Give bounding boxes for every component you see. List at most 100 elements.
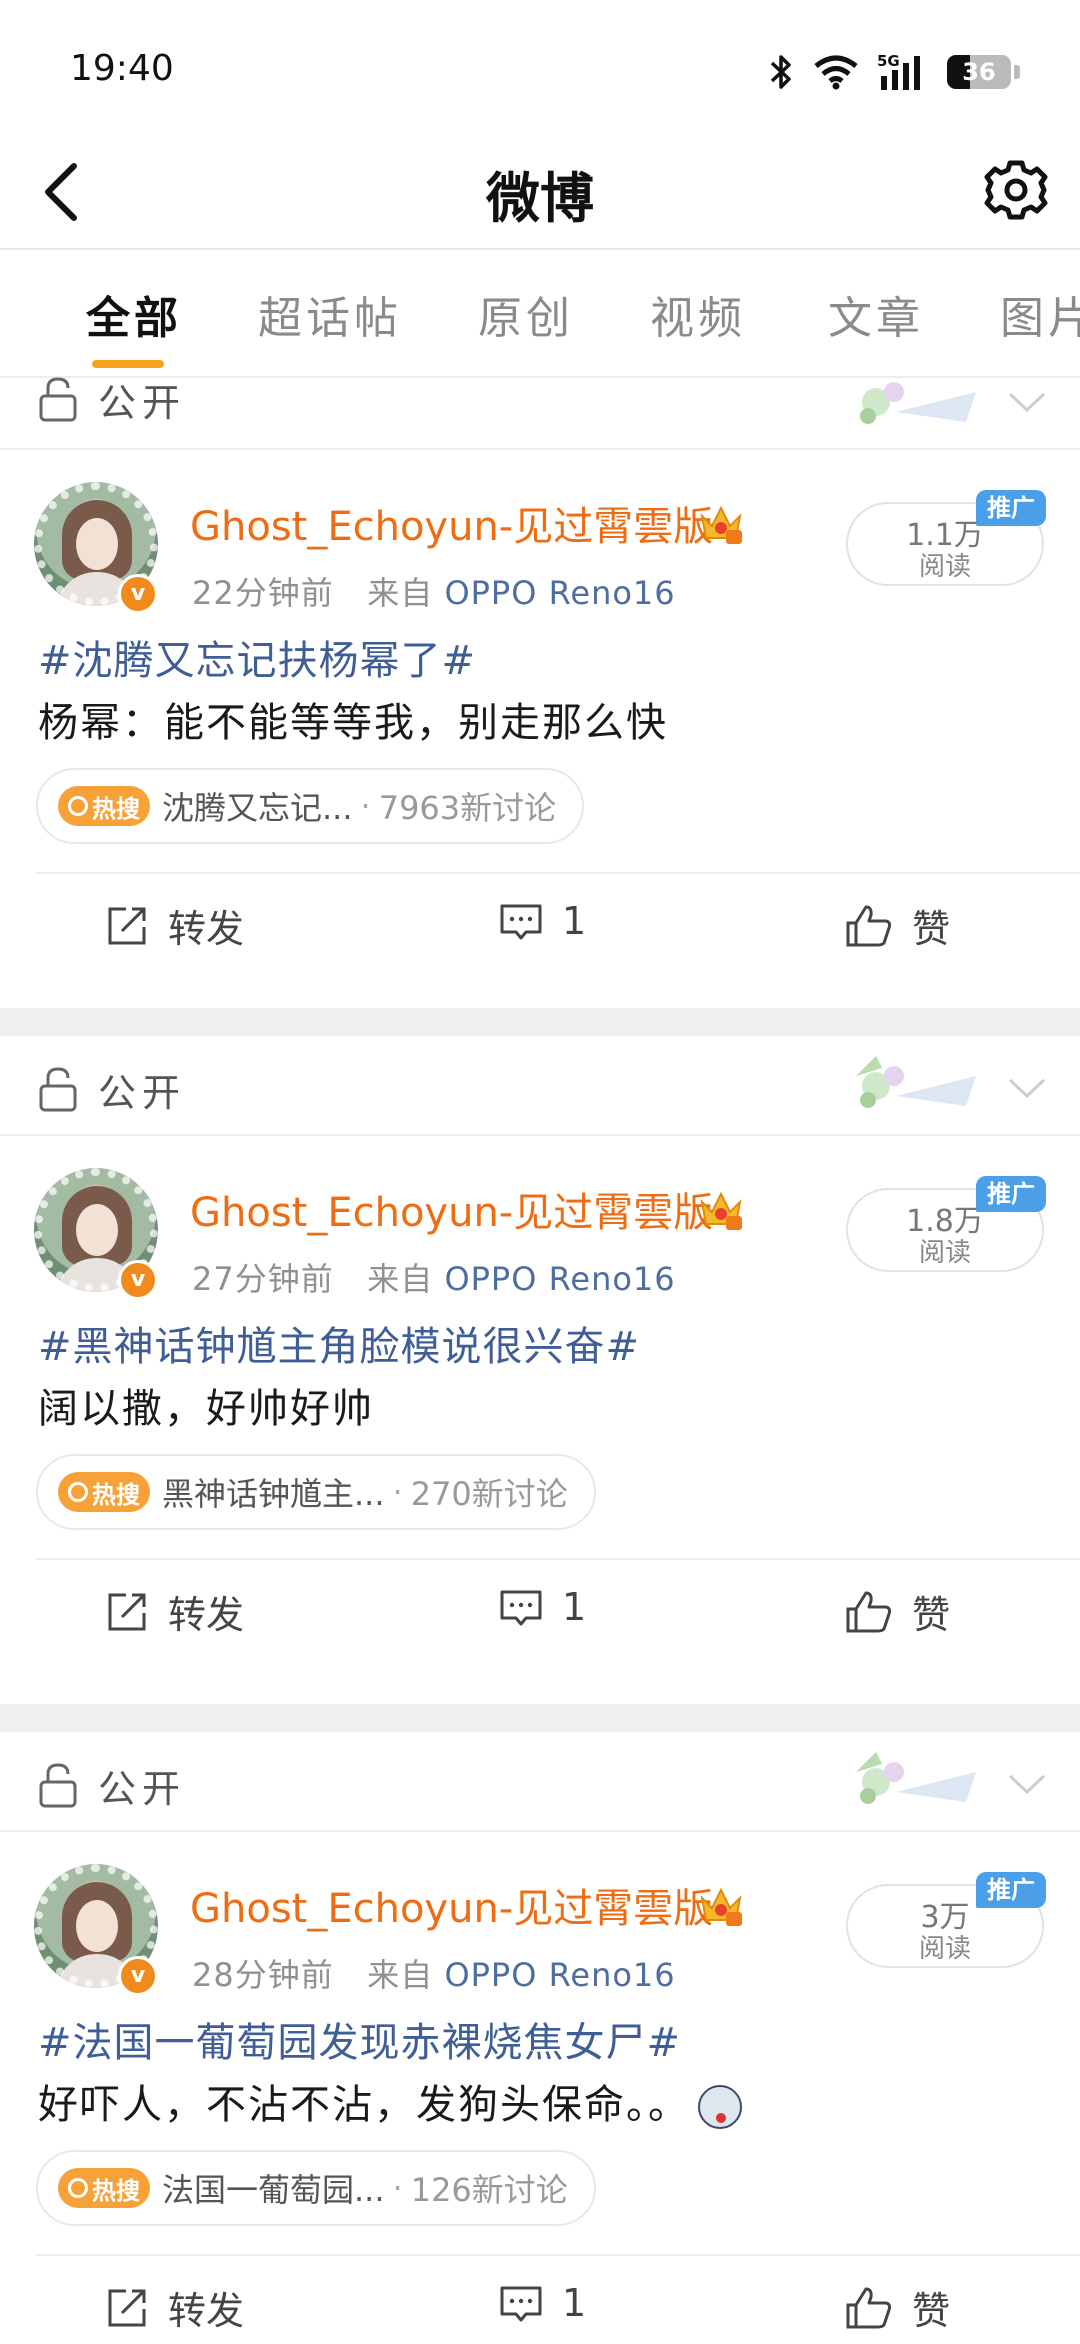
repost-label: 转发 (168, 2289, 245, 2333)
promote-badge[interactable]: 推广 (976, 490, 1046, 526)
post-source[interactable]: OPPO Reno16 (444, 574, 675, 612)
dot-separator: · (392, 2169, 403, 2207)
status-icons: 5G 36 (769, 52, 1020, 92)
read-label: 阅读 (918, 1934, 971, 1964)
post-source[interactable]: OPPO Reno16 (444, 1956, 675, 1994)
chevron-down-icon[interactable] (1004, 1064, 1050, 1110)
comment-icon (500, 904, 542, 940)
battery-cap (1014, 65, 1020, 79)
like-label: 赞 (912, 1593, 951, 1637)
comment-button[interactable]: 1 (498, 2280, 586, 2326)
post-text-body: 好吓人，不沾不沾，发狗头保命。。 (38, 2082, 690, 2128)
section-gap (0, 1704, 1080, 1732)
post-source[interactable]: OPPO Reno16 (444, 1260, 675, 1298)
hot-search-text: 黑神话钟馗主... (162, 1475, 385, 1513)
wifi-icon (814, 55, 858, 90)
repost-label: 转发 (168, 1593, 245, 1637)
flower-decoration-icon (860, 382, 976, 424)
top-nav-bar: 微博 (0, 130, 1080, 250)
read-count-pill[interactable]: 1.8万 阅读 推广 (846, 1176, 1046, 1272)
read-count-pill[interactable]: 1.1万 阅读 推广 (846, 490, 1046, 586)
thumbs-up-icon (846, 1591, 892, 1632)
dot-separator: · (392, 1473, 403, 1511)
signal-5g-icon: 5G (877, 52, 920, 90)
like-button[interactable]: 赞 (844, 2280, 950, 2335)
comment-button[interactable]: 1 (498, 898, 586, 944)
flower-decoration-icon (856, 1752, 976, 1804)
unlock-icon (39, 377, 77, 422)
post-text: 好吓人，不沾不沾，发狗头保命。。 (38, 2072, 742, 2130)
like-button[interactable]: 赞 (844, 898, 950, 953)
promote-badge[interactable]: 推广 (976, 1872, 1046, 1908)
bluetooth-icon (770, 55, 791, 89)
repost-button[interactable]: 转发 (104, 2280, 244, 2335)
dog-head-emoji-icon (698, 2085, 742, 2129)
tab-all[interactable]: 全部 (86, 282, 182, 346)
post-card[interactable]: v Ghost_Echoyun-见过霄雲版 22分钟前 来自 OPPO Reno… (0, 450, 1080, 1008)
repost-button[interactable]: 转发 (104, 1584, 244, 1639)
settings-button[interactable] (976, 150, 1056, 230)
vip-crown-icon (700, 505, 742, 544)
tab-image[interactable]: 图片 (1000, 282, 1080, 346)
post-time: 22分钟前 (192, 574, 334, 612)
repost-icon (108, 2289, 146, 2326)
flower-decoration-icon (856, 1056, 976, 1108)
post-topic-link[interactable]: #沈腾又忘记扶杨幂了# (38, 628, 476, 686)
post-text: 阔以撒，好帅好帅 (38, 1386, 374, 1432)
like-label: 赞 (912, 2289, 951, 2333)
repost-button[interactable]: 转发 (104, 898, 244, 953)
thumbs-up-icon (846, 905, 892, 946)
thumbs-up-icon (846, 2287, 892, 2328)
search-icon (68, 2178, 88, 2198)
post-text: 杨幂：能不能等等我，别走那么快 (38, 700, 668, 746)
search-icon (68, 796, 88, 816)
post-topic-link[interactable]: #法国一葡萄园发现赤裸烧焦女尸# (38, 2010, 681, 2068)
chevron-down-icon[interactable] (1004, 1760, 1050, 1806)
hot-search-pill[interactable]: 热搜 沈腾又忘记... · 7963新讨论 (36, 768, 585, 844)
post-actions: 转发 1 赞 (0, 1560, 1080, 1670)
verified-badge-icon: v (118, 574, 158, 614)
promote-badge[interactable]: 推广 (976, 1176, 1046, 1212)
post-card[interactable]: v Ghost_Echoyun-见过霄雲版 27分钟前 来自 OPPO Reno… (0, 1136, 1080, 1704)
post-meta: 22分钟前 来自 OPPO Reno16 (192, 568, 676, 614)
post-card[interactable]: v Ghost_Echoyun-见过霄雲版 28分钟前 来自 OPPO Reno… (0, 1832, 1080, 2344)
post-topic-link[interactable]: #黑神话钟馗主角脸模说很兴奋# (38, 1314, 640, 1372)
gear-icon (984, 160, 1048, 220)
hot-tag-label: 热搜 (92, 1480, 140, 1509)
hot-search-count: 7963新讨论 (378, 789, 557, 827)
hot-search-pill[interactable]: 热搜 黑神话钟馗主... · 270新讨论 (36, 1454, 596, 1530)
comment-icon (500, 1590, 542, 1626)
username[interactable]: Ghost_Echoyun-见过霄雲版 (190, 1180, 713, 1238)
username[interactable]: Ghost_Echoyun-见过霄雲版 (190, 1876, 713, 1934)
chevron-down-icon[interactable] (1004, 378, 1050, 424)
filter-tabs: 全部 超话帖 原创 视频 文章 图片 (0, 252, 1080, 378)
tab-video[interactable]: 视频 (650, 282, 746, 346)
privacy-row: 公开 (0, 1036, 1080, 1136)
tab-super-topic[interactable]: 超话帖 (258, 282, 402, 346)
like-button[interactable]: 赞 (844, 1584, 950, 1639)
username[interactable]: Ghost_Echoyun-见过霄雲版 (190, 494, 713, 552)
read-count-pill[interactable]: 3万 阅读 推广 (846, 1872, 1046, 1968)
hot-search-pill[interactable]: 热搜 法国一葡萄园... · 126新讨论 (36, 2150, 596, 2226)
privacy-row: 公开 (0, 377, 1080, 450)
privacy-label: 公开 (98, 1767, 187, 1811)
active-tab-indicator (92, 360, 164, 368)
comment-count: 1 (562, 2281, 587, 2325)
tab-article[interactable]: 文章 (828, 282, 924, 346)
feed-list[interactable]: 公开 v Ghost_Echoyun-见过霄雲版 22分钟前 来自 OPPO R… (0, 377, 1080, 2344)
vip-crown-icon (700, 1887, 742, 1926)
like-label: 赞 (912, 907, 951, 951)
verified-badge-icon: v (118, 1956, 158, 1996)
status-time: 19:40 (70, 48, 174, 89)
post-time: 27分钟前 (192, 1260, 334, 1298)
battery-level: 36 (962, 58, 996, 86)
tab-original[interactable]: 原创 (478, 282, 574, 346)
battery-icon: 36 (947, 55, 1011, 89)
from-label: 来自 (367, 1260, 434, 1298)
comment-button[interactable]: 1 (498, 1584, 586, 1630)
comment-icon (500, 2286, 542, 2322)
hot-tag-label: 热搜 (92, 794, 140, 823)
privacy-label: 公开 (98, 381, 187, 425)
hot-search-count: 126新讨论 (410, 2171, 568, 2209)
hot-tag-label: 热搜 (92, 2176, 140, 2205)
